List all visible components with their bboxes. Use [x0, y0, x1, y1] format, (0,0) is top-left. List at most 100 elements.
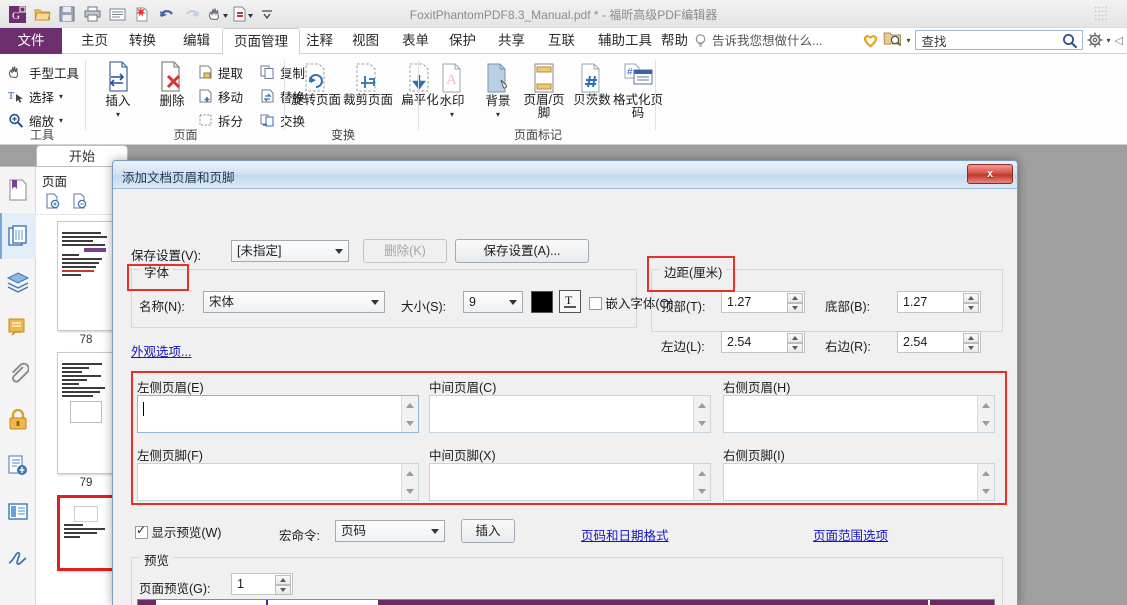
ribbon-item-watermark[interactable]: A 水印 ▾	[426, 60, 478, 122]
right-header-scroll[interactable]	[977, 396, 994, 432]
margin-top-label: 顶部(T):	[661, 300, 706, 314]
margin-top-input[interactable]: 1.27	[721, 291, 805, 313]
center-header-input[interactable]	[429, 395, 711, 433]
left-header-scroll[interactable]	[401, 396, 418, 432]
chevron-down-icon[interactable]: ▾	[59, 92, 63, 101]
left-footer-input[interactable]	[137, 463, 419, 501]
page-date-format-link[interactable]: 页码和日期格式	[581, 525, 669, 544]
nav-accessibility-icon[interactable]	[0, 443, 36, 489]
chevron-down-icon[interactable]: ▾	[472, 108, 524, 122]
text-caret	[143, 402, 144, 416]
page-range-options-link[interactable]: 页面范围选项	[813, 525, 888, 544]
ribbon-tab-bar: 文件 主页 转换 编辑 页面管理 注释 视图 表单 保护 共享 互联 辅助工具 …	[0, 28, 1127, 55]
page-preview-input[interactable]: 1	[231, 573, 293, 595]
gear-caret-icon[interactable]: ▾	[1107, 36, 1111, 45]
ribbon-item-extract[interactable]: 提取	[198, 60, 243, 84]
delete-settings-button[interactable]: 删除(K)	[363, 239, 447, 263]
find-input[interactable]: 查找	[914, 30, 1083, 52]
font-name-dropdown[interactable]: 宋体	[203, 291, 385, 313]
tab-share[interactable]: 共享	[487, 28, 536, 54]
text-style-button[interactable]: T	[559, 290, 581, 313]
ribbon-item-bates[interactable]: 贝茨数	[566, 60, 618, 107]
insert-button[interactable]: 插入	[461, 519, 515, 543]
nav-bookmark-icon[interactable]	[0, 167, 36, 213]
ribbon-item-move[interactable]: 移动	[198, 84, 243, 108]
zoom-in-thumbnail-icon[interactable]	[44, 193, 61, 214]
ribbon-item-hand-tool[interactable]: 手型工具	[8, 60, 79, 84]
margin-right-spinner[interactable]	[963, 333, 979, 353]
save-settings-button[interactable]: 保存设置(A)...	[455, 239, 589, 263]
margin-right-input[interactable]: 2.54	[897, 331, 981, 353]
tab-comment[interactable]: 注释	[295, 28, 344, 54]
ribbon-item-format-page-number[interactable]: # 格式化页码	[612, 60, 664, 120]
ribbon-item-rotate-page[interactable]: 旋转页面	[290, 60, 342, 107]
page-thumbnail-selected[interactable]	[57, 495, 115, 571]
tab-page-manage[interactable]: 页面管理	[222, 28, 300, 55]
font-color-swatch[interactable]	[531, 291, 553, 313]
tab-convert[interactable]: 转换	[118, 28, 167, 54]
nav-attachment-icon[interactable]	[0, 351, 36, 397]
ribbon-item-select[interactable]: T 选择 ▾	[8, 84, 63, 108]
window-controls[interactable]: ⛶ ⛶ ⛶ ⛶	[1095, 4, 1121, 22]
margin-bottom-spinner[interactable]	[963, 293, 979, 313]
ribbon-item-delete[interactable]: 删除	[146, 60, 198, 108]
search-folder-icon[interactable]	[882, 30, 903, 50]
tab-home[interactable]: 主页	[70, 28, 119, 54]
embed-font-checkbox[interactable]	[589, 297, 602, 310]
nav-comments-icon[interactable]	[0, 305, 36, 351]
ribbon-item-header-footer[interactable]: 页眉/页脚	[518, 60, 570, 120]
right-footer-scroll[interactable]	[977, 464, 994, 500]
tell-me-search[interactable]: 告诉我您想做什么...	[712, 28, 822, 54]
show-preview-checkbox-wrap[interactable]: 显示预览(W)	[135, 522, 221, 541]
dialog-close-button[interactable]: x	[967, 164, 1013, 184]
margin-bottom-value: 1.27	[903, 295, 928, 309]
right-footer-input[interactable]	[723, 463, 995, 501]
show-preview-checkbox[interactable]	[135, 523, 148, 539]
appearance-options-link[interactable]: 外观选项...	[131, 341, 191, 360]
nav-pages-icon[interactable]	[0, 213, 36, 259]
gear-icon[interactable]	[1087, 32, 1103, 48]
ribbon-item-crop-page[interactable]: 裁剪页面	[342, 60, 394, 107]
tab-file[interactable]: 文件	[0, 28, 62, 54]
center-header-scroll[interactable]	[693, 396, 710, 432]
margin-top-spinner[interactable]	[787, 293, 803, 313]
ribbon-label-rotate-page: 旋转页面	[290, 93, 341, 107]
search-icon[interactable]	[1062, 33, 1078, 52]
center-footer-scroll[interactable]	[693, 464, 710, 500]
ribbon-item-background[interactable]: 背景 ▾	[472, 60, 524, 122]
chevron-down-icon[interactable]: ▾	[92, 108, 144, 122]
tab-protect[interactable]: 保护	[438, 28, 487, 54]
zoom-out-thumbnail-icon[interactable]	[71, 193, 88, 214]
macro-dropdown[interactable]: 页码	[335, 520, 445, 542]
chevron-down-icon[interactable]: ▾	[426, 108, 478, 122]
nav-layers-icon[interactable]	[0, 259, 36, 305]
nav-security-icon[interactable]	[0, 397, 36, 443]
tab-form[interactable]: 表单	[391, 28, 440, 54]
collapse-ribbon-icon[interactable]: ◁	[1115, 34, 1123, 47]
right-header-input[interactable]	[723, 395, 995, 433]
tab-edit[interactable]: 编辑	[172, 28, 221, 54]
margin-bottom-input[interactable]: 1.27	[897, 291, 981, 313]
heart-icon[interactable]	[862, 32, 879, 49]
ribbon-group-label-pages: 页面	[173, 128, 198, 142]
tab-view[interactable]: 视图	[341, 28, 390, 54]
left-header-input[interactable]	[137, 395, 419, 433]
margin-left-input[interactable]: 2.54	[721, 331, 805, 353]
page-thumbnail[interactable]	[57, 352, 115, 474]
ribbon-item-insert[interactable]: 插入 ▾	[92, 60, 144, 122]
saved-settings-value: [未指定]	[237, 244, 282, 258]
nav-destination-icon[interactable]	[0, 489, 36, 535]
chevron-down-icon[interactable]: ▾	[59, 116, 63, 125]
nav-signature-icon[interactable]	[0, 535, 36, 581]
search-dropdown-caret-icon[interactable]: ▾	[907, 36, 911, 45]
center-footer-input[interactable]	[429, 463, 711, 501]
page-thumbnail[interactable]	[57, 221, 115, 331]
font-size-dropdown[interactable]: 9	[463, 291, 523, 313]
saved-settings-dropdown[interactable]: [未指定]	[231, 240, 349, 262]
tab-connect[interactable]: 互联	[537, 28, 586, 54]
tab-help[interactable]: 帮助	[650, 28, 699, 54]
margin-left-spinner[interactable]	[787, 333, 803, 353]
page-preview-spinner[interactable]	[275, 575, 291, 595]
left-footer-scroll[interactable]	[401, 464, 418, 500]
font-name-label: 名称(N):	[139, 300, 185, 314]
